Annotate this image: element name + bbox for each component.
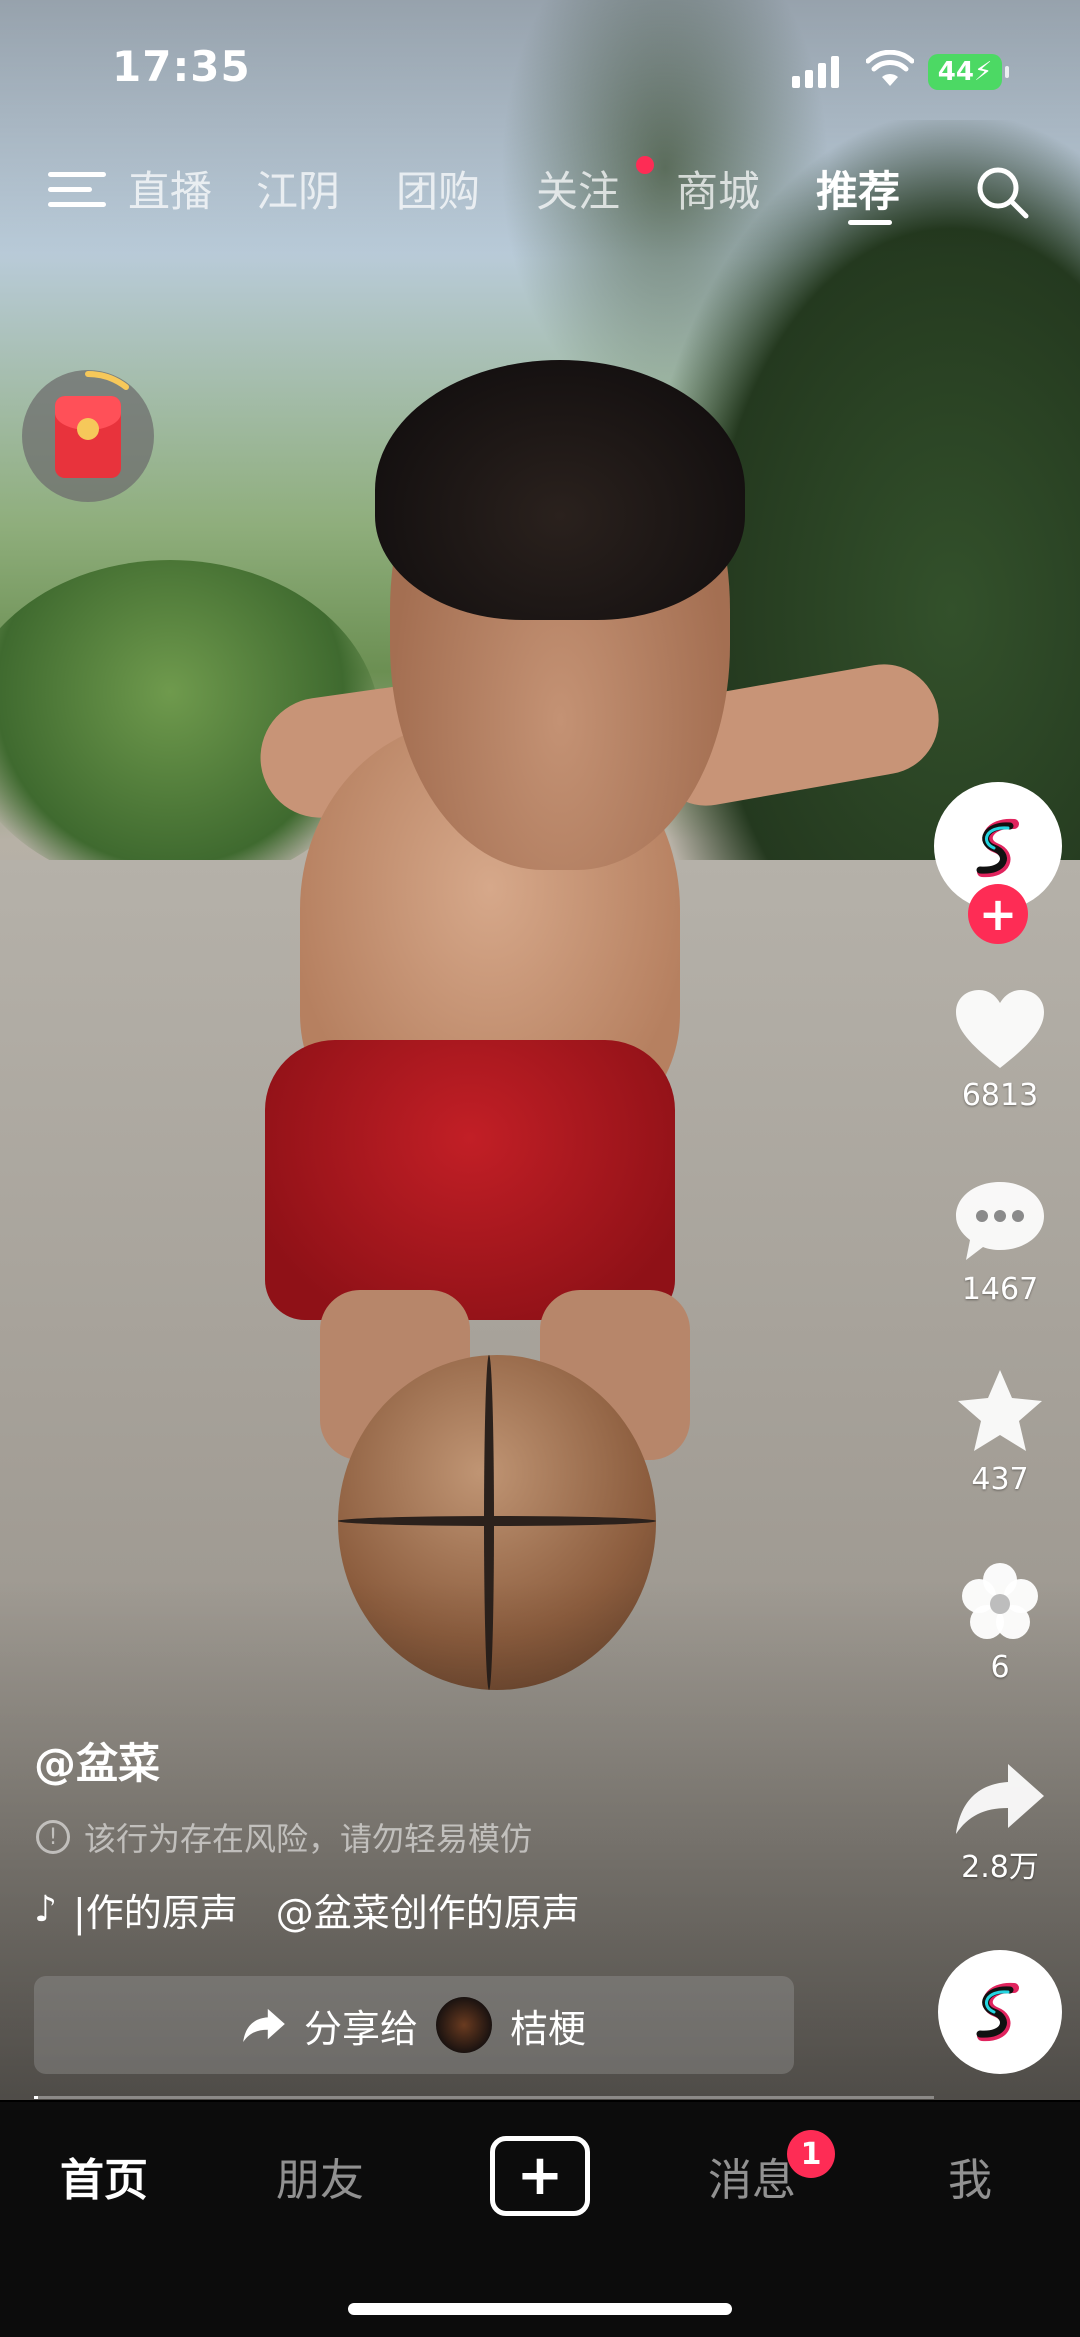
author-name[interactable]: @盆菜 xyxy=(34,1730,160,1791)
favorite-count: 437 xyxy=(971,1462,1029,1497)
warning-icon: ! xyxy=(36,1820,70,1854)
create-plus-icon: + xyxy=(516,2143,564,2208)
tab-group-buy[interactable]: 团购 xyxy=(396,158,480,219)
tab-messages[interactable]: 消息 xyxy=(708,2144,796,2208)
tab-following[interactable]: 关注 xyxy=(536,158,620,219)
comment-count: 1467 xyxy=(961,1272,1039,1307)
red-packet-widget[interactable] xyxy=(22,370,154,502)
red-envelope-icon xyxy=(55,396,121,478)
share-to-friend-bar[interactable]: 分享给 桔梗 xyxy=(34,1976,794,2074)
share-arrow-small-icon xyxy=(243,2008,285,2043)
home-indicator[interactable] xyxy=(348,2303,732,2315)
like-count: 6813 xyxy=(961,1078,1039,1113)
battery-level: 44 xyxy=(937,57,974,87)
music-info[interactable]: ♪ |作的原声 @盆菜创作的原声 xyxy=(34,1882,580,1937)
comment-icon xyxy=(956,1182,1044,1260)
status-bar: 17:35 44 ⚡ xyxy=(0,0,1080,140)
recommend-count: 6 xyxy=(990,1650,1010,1685)
heart-icon xyxy=(956,990,1044,1068)
wifi-icon xyxy=(866,50,914,86)
favorite-button[interactable]: 437 xyxy=(940,1366,1060,1497)
active-tab-indicator xyxy=(848,220,892,225)
risk-warning: ! 该行为存在风险，请勿轻易模仿 xyxy=(36,1814,532,1860)
tab-mall[interactable]: 商城 xyxy=(676,158,760,219)
plus-icon: + xyxy=(978,887,1018,941)
tab-friends[interactable]: 朋友 xyxy=(276,2144,364,2208)
star-icon xyxy=(958,1370,1042,1451)
tab-me[interactable]: 我 xyxy=(948,2144,992,2208)
tab-following-dot xyxy=(636,156,654,174)
video-player[interactable] xyxy=(0,0,1080,2100)
video-progress-bar[interactable] xyxy=(34,2096,934,2099)
follow-button[interactable]: + xyxy=(968,884,1028,944)
video-progress-fill xyxy=(34,2096,38,2099)
comment-button[interactable]: 1467 xyxy=(940,1176,1060,1307)
tab-recommended[interactable]: 推荐 xyxy=(816,158,900,219)
hamburger-icon[interactable] xyxy=(48,166,106,214)
music-disc-logo-icon xyxy=(976,1982,1019,2042)
top-nav: 直播 江阴 团购 关注 商城 推荐 xyxy=(0,150,1080,230)
share-prefix: 分享给 xyxy=(303,2006,418,2051)
tab-live[interactable]: 直播 xyxy=(128,158,212,219)
share-button[interactable]: 2.8万 xyxy=(940,1760,1060,1886)
figure-hair xyxy=(375,360,745,620)
create-button[interactable]: + xyxy=(490,2136,590,2216)
share-arrow-icon xyxy=(956,1764,1044,1834)
music-title: |作的原声 @盆菜创作的原声 xyxy=(72,1891,580,1935)
flower-icon xyxy=(962,1563,1038,1639)
like-button[interactable]: 6813 xyxy=(940,986,1060,1113)
status-time: 17:35 xyxy=(112,42,251,91)
friend-avatar xyxy=(436,1997,492,2053)
figure-shorts xyxy=(265,1040,675,1320)
share-count: 2.8万 xyxy=(961,1850,1039,1885)
messages-badge: 1 xyxy=(787,2130,835,2178)
tab-local[interactable]: 江阴 xyxy=(256,158,340,219)
share-target-name: 桔梗 xyxy=(510,2006,587,2051)
cellular-signal-icon xyxy=(792,54,839,88)
charging-icon: ⚡ xyxy=(973,57,993,87)
search-icon[interactable] xyxy=(972,162,1032,222)
music-disc-avatar[interactable] xyxy=(938,1950,1062,2074)
tab-home[interactable]: 首页 xyxy=(60,2144,148,2208)
avatar-logo-icon xyxy=(976,818,1019,878)
recommend-button[interactable]: 6 xyxy=(940,1560,1060,1685)
bottom-tab-bar: 首页 朋友 + 消息 1 我 xyxy=(0,2102,1080,2337)
battery-indicator: 44 ⚡ xyxy=(928,54,1009,90)
risk-warning-text: 该行为存在风险，请勿轻易模仿 xyxy=(84,1820,533,1858)
music-note-icon: ♪ xyxy=(34,1889,57,1930)
